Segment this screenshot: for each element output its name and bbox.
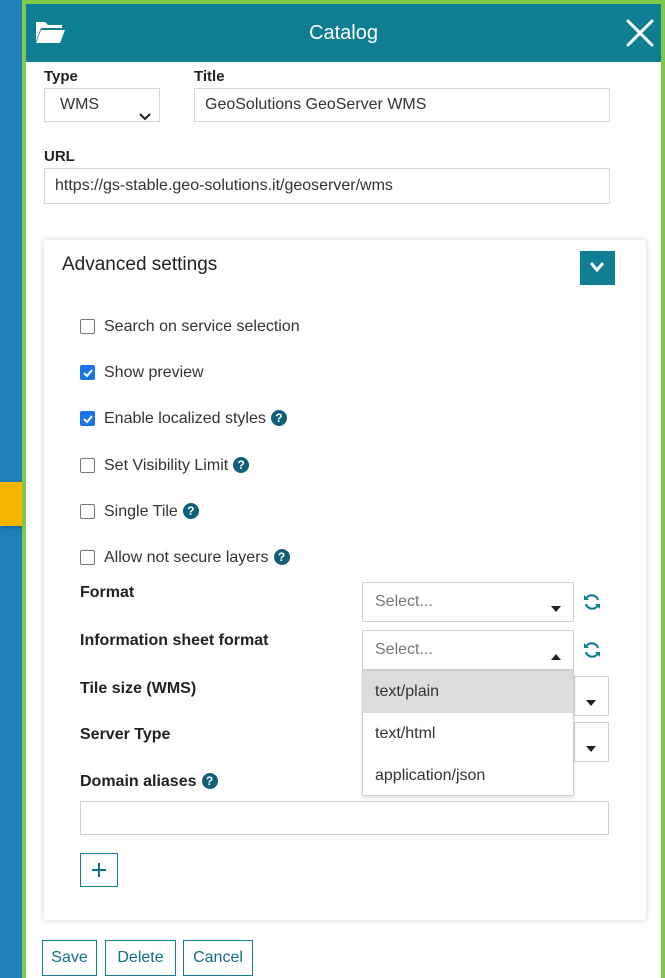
- checkbox-search-on-service-selection[interactable]: [80, 319, 95, 334]
- title-bar: Catalog: [26, 4, 661, 62]
- save-button[interactable]: Save: [42, 940, 97, 976]
- title-input[interactable]: GeoSolutions GeoServer WMS: [194, 88, 610, 122]
- information-sheet-format-select[interactable]: Select...: [362, 630, 574, 670]
- checkbox-enable-localized-styles[interactable]: [80, 411, 95, 426]
- advanced-settings-toggle[interactable]: [580, 251, 615, 285]
- format-label: Format: [80, 584, 135, 601]
- catalog-panel: Catalog Type Title WMS GeoSolutions GeoS…: [22, 0, 665, 978]
- type-label: Type: [44, 68, 78, 85]
- refresh-icon[interactable]: [582, 640, 602, 660]
- checkbox-label-wrap: Set Visibility Limit?: [104, 456, 250, 476]
- delete-button[interactable]: Delete: [105, 940, 176, 976]
- plus-icon: [92, 863, 106, 877]
- chevron-down-icon: [139, 101, 151, 133]
- checkbox-label: Single Tile: [104, 503, 178, 520]
- dropdown-option-text-plain[interactable]: text/plain: [363, 671, 573, 713]
- checkbox-label: Enable localized styles: [104, 410, 266, 427]
- checkbox-label: Allow not secure layers: [104, 549, 269, 566]
- close-icon[interactable]: [623, 16, 657, 50]
- server-type-select[interactable]: [574, 722, 609, 762]
- tile-size-label: Tile size (WMS): [80, 680, 197, 697]
- checkbox-label-wrap: Enable localized styles?: [104, 409, 287, 429]
- checkbox-label: Show preview: [104, 364, 204, 381]
- checkbox-label: Search on service selection: [104, 318, 300, 335]
- checkbox-allow-not-secure-layers[interactable]: [80, 550, 95, 565]
- format-select[interactable]: Select...: [362, 582, 574, 622]
- question-circle-icon[interactable]: ?: [233, 457, 250, 473]
- server-type-label: Server Type: [80, 726, 171, 743]
- refresh-icon[interactable]: [582, 592, 602, 612]
- tile-size-select[interactable]: [574, 676, 609, 716]
- checkbox-single-tile[interactable]: [80, 504, 95, 519]
- question-circle-icon[interactable]: ?: [201, 773, 218, 789]
- dropdown-option-text-html[interactable]: text/html: [363, 713, 573, 755]
- caret-down-icon: [586, 739, 596, 757]
- checkbox-set-visibility-limit[interactable]: [80, 458, 95, 473]
- domain-aliases-input[interactable]: [80, 801, 609, 835]
- advanced-settings-card: Advanced settings Search on service sele…: [44, 240, 646, 920]
- caret-down-icon: [551, 599, 561, 617]
- domain-aliases-label: Domain aliases: [80, 773, 197, 790]
- checkbox-label-wrap: Single Tile?: [104, 502, 199, 522]
- caret-down-icon: [586, 693, 596, 711]
- type-select[interactable]: WMS: [44, 88, 160, 122]
- information-sheet-format-label: Information sheet format: [80, 632, 269, 649]
- checkbox-label-wrap: Allow not secure layers?: [104, 548, 290, 568]
- caret-up-icon: [551, 647, 561, 665]
- format-select-placeholder: Select...: [375, 593, 433, 610]
- dropdown-option-application-json[interactable]: application/json: [363, 755, 573, 797]
- url-label: URL: [44, 148, 75, 165]
- advanced-settings-heading: Advanced settings: [62, 254, 218, 275]
- checkbox-label: Set Visibility Limit: [104, 457, 229, 474]
- window-title: Catalog: [309, 22, 378, 44]
- cancel-button[interactable]: Cancel: [183, 940, 253, 976]
- question-circle-icon[interactable]: ?: [273, 549, 290, 565]
- chevron-down-icon: [590, 262, 604, 272]
- add-domain-alias-button[interactable]: [80, 853, 118, 887]
- type-select-value: WMS: [60, 96, 100, 113]
- url-input[interactable]: https://gs-stable.geo-solutions.it/geose…: [44, 168, 610, 204]
- question-circle-icon[interactable]: ?: [270, 410, 287, 426]
- information-sheet-format-placeholder: Select...: [375, 641, 433, 658]
- checkbox-show-preview[interactable]: [80, 365, 95, 380]
- title-label: Title: [194, 68, 225, 85]
- information-sheet-format-dropdown: text/plain text/html application/json: [362, 670, 574, 796]
- domain-aliases-label-wrap: Domain aliases?: [80, 773, 218, 791]
- question-circle-icon[interactable]: ?: [182, 503, 199, 519]
